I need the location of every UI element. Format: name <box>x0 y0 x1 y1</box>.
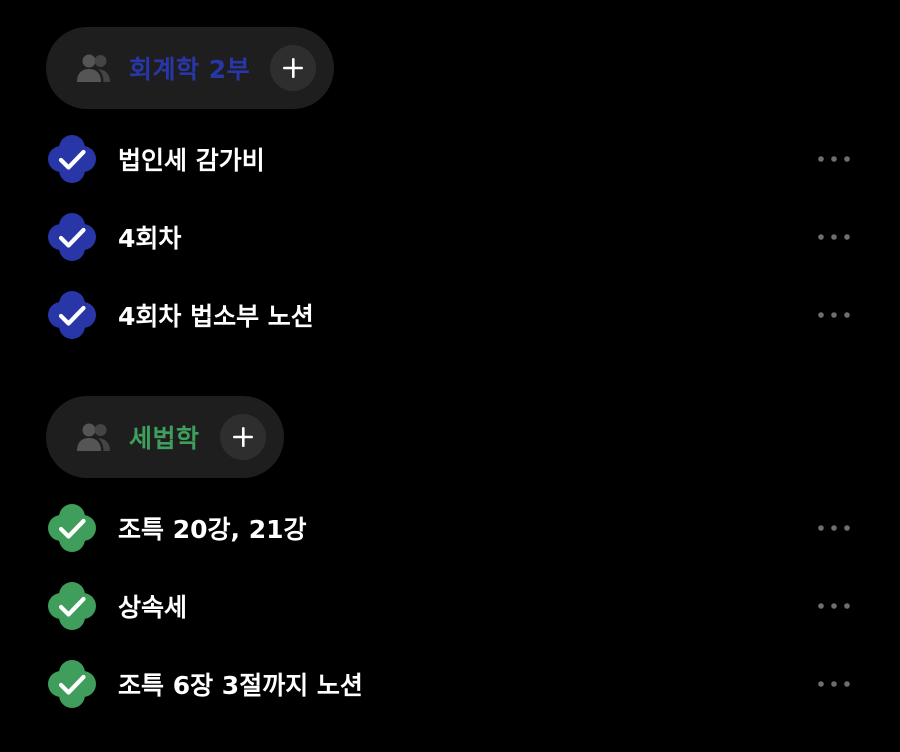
task-row[interactable]: 상속세 <box>46 580 854 632</box>
task-checkbox[interactable] <box>46 133 98 185</box>
group-header-accounting[interactable]: 회계학 2부 <box>46 27 335 109</box>
task-checkbox[interactable] <box>46 502 98 554</box>
task-title: 4회차 법소부 노션 <box>118 302 314 331</box>
plus-icon <box>232 427 253 447</box>
task-row[interactable]: 조특 6장 3절까지 노션 <box>46 658 854 710</box>
add-task-button[interactable] <box>219 414 266 460</box>
people-icon <box>76 52 112 84</box>
more-horizontal-icon <box>818 156 850 162</box>
task-row[interactable]: 법인세 감가비 <box>46 133 854 185</box>
checkmark-icon <box>48 213 96 261</box>
task-row[interactable]: 4회차 법소부 노션 <box>46 289 854 341</box>
people-icon <box>76 421 112 453</box>
more-horizontal-icon <box>818 525 850 531</box>
task-title: 조특 20강, 21강 <box>118 515 307 544</box>
task-title: 법인세 감가비 <box>118 146 265 175</box>
group-header-tax-law[interactable]: 세법학 <box>46 396 284 478</box>
add-task-button[interactable] <box>270 45 317 91</box>
checkmark-icon <box>48 135 96 183</box>
task-title: 상속세 <box>118 593 188 622</box>
group-name: 세법학 <box>129 424 200 453</box>
task-title: 4회차 <box>118 224 182 253</box>
more-options-button[interactable] <box>814 144 854 174</box>
checkmark-icon <box>48 660 96 708</box>
more-options-button[interactable] <box>814 222 854 252</box>
more-options-button[interactable] <box>814 669 854 699</box>
group-name: 회계학 2부 <box>129 55 251 84</box>
task-row[interactable]: 4회차 <box>46 211 854 263</box>
task-checkbox[interactable] <box>46 289 98 341</box>
plus-icon <box>283 58 304 78</box>
task-title: 조특 6장 3절까지 노션 <box>118 671 363 700</box>
more-horizontal-icon <box>818 603 850 609</box>
more-options-button[interactable] <box>814 513 854 543</box>
more-horizontal-icon <box>818 234 850 240</box>
more-options-button[interactable] <box>814 300 854 330</box>
task-checkbox[interactable] <box>46 211 98 263</box>
task-row[interactable]: 조특 20강, 21강 <box>46 502 854 554</box>
checkmark-icon <box>48 582 96 630</box>
checkmark-icon <box>48 504 96 552</box>
task-checkbox[interactable] <box>46 658 98 710</box>
checkmark-icon <box>48 291 96 339</box>
more-horizontal-icon <box>818 681 850 687</box>
more-horizontal-icon <box>818 312 850 318</box>
task-checkbox[interactable] <box>46 580 98 632</box>
more-options-button[interactable] <box>814 591 854 621</box>
